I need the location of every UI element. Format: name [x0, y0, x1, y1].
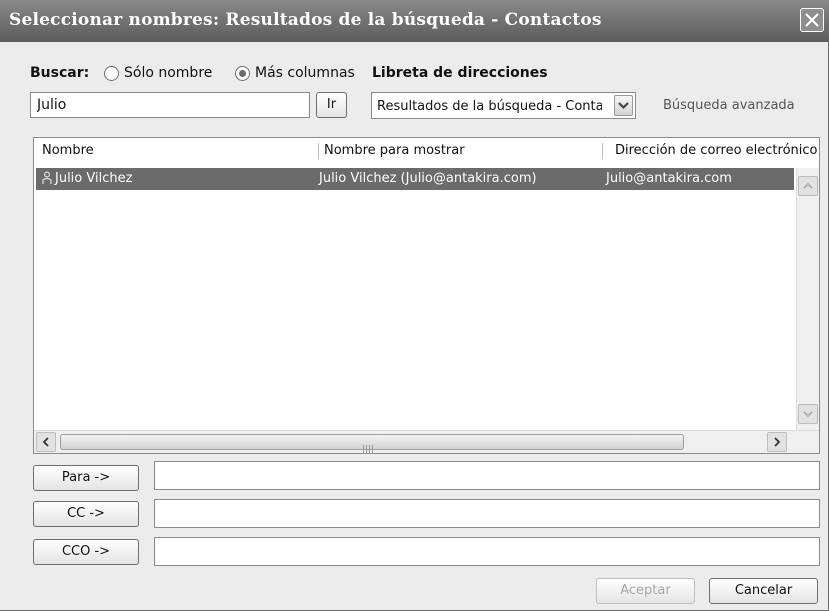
radio-more-columns-label[interactable]: Más columnas [255, 65, 355, 81]
radio-selected-dot [239, 70, 246, 77]
chevron-up-icon [803, 182, 813, 189]
scroll-right-button[interactable] [767, 432, 787, 452]
row-display-name: Julio Vilchez (Julio@antakira.com) [319, 171, 537, 186]
table-row[interactable]: Julio Vilchez Julio Vilchez (Julio@antak… [36, 168, 794, 190]
column-header-name[interactable]: Nombre [34, 138, 318, 164]
address-book-select[interactable]: Resultados de la búsqueda - Contactos [371, 92, 636, 119]
address-book-label: Libreta de direcciones [372, 65, 548, 81]
scroll-up-button[interactable] [798, 176, 818, 196]
row-email: Julio@antakira.com [606, 171, 732, 186]
column-header-display-name[interactable]: Nombre para mostrar [318, 138, 602, 164]
scroll-thumb[interactable] [60, 434, 684, 453]
advanced-search-link[interactable]: Búsqueda avanzada [663, 98, 795, 113]
select-names-dialog: Seleccionar nombres: Resultados de la bú… [0, 0, 829, 611]
vertical-scrollbar[interactable] [796, 168, 819, 430]
radio-more-columns[interactable] [235, 66, 250, 81]
ok-button[interactable]: Aceptar [596, 578, 695, 604]
row-name: Julio Vilchez [55, 171, 133, 186]
scroll-grip [363, 438, 375, 457]
scroll-down-button[interactable] [798, 404, 818, 424]
scroll-left-button[interactable] [36, 432, 56, 452]
search-input[interactable] [30, 92, 310, 118]
cancel-button[interactable]: Cancelar [709, 578, 818, 604]
to-field[interactable] [154, 461, 820, 490]
horizontal-scrollbar[interactable] [34, 430, 819, 453]
chevron-left-icon [42, 437, 49, 447]
bcc-button[interactable]: CCO -> [33, 539, 139, 565]
contact-card-icon [42, 171, 52, 189]
dropdown-button[interactable] [614, 95, 633, 116]
search-label: Buscar: [30, 65, 90, 81]
address-book-value: Resultados de la búsqueda - Contactos [377, 99, 602, 114]
column-separator[interactable] [602, 143, 603, 159]
title-bar[interactable]: Seleccionar nombres: Resultados de la bú… [0, 0, 829, 42]
cc-button[interactable]: CC -> [33, 501, 139, 527]
window-title: Seleccionar nombres: Resultados de la bú… [9, 10, 602, 30]
results-list[interactable]: Nombre Nombre para mostrar Dirección de … [33, 137, 820, 454]
to-button[interactable]: Para -> [33, 465, 139, 491]
radio-name-only-label[interactable]: Sólo nombre [124, 65, 212, 81]
close-button[interactable] [800, 8, 824, 32]
column-header-email[interactable]: Dirección de correo electrónico [609, 138, 819, 164]
cc-field[interactable] [154, 499, 820, 528]
close-icon [805, 13, 819, 27]
chevron-down-icon [618, 102, 629, 110]
go-button[interactable]: Ir [316, 92, 347, 118]
radio-name-only[interactable] [104, 66, 119, 81]
bcc-field[interactable] [154, 537, 820, 566]
chevron-down-icon [803, 411, 813, 418]
chevron-right-icon [774, 437, 781, 447]
